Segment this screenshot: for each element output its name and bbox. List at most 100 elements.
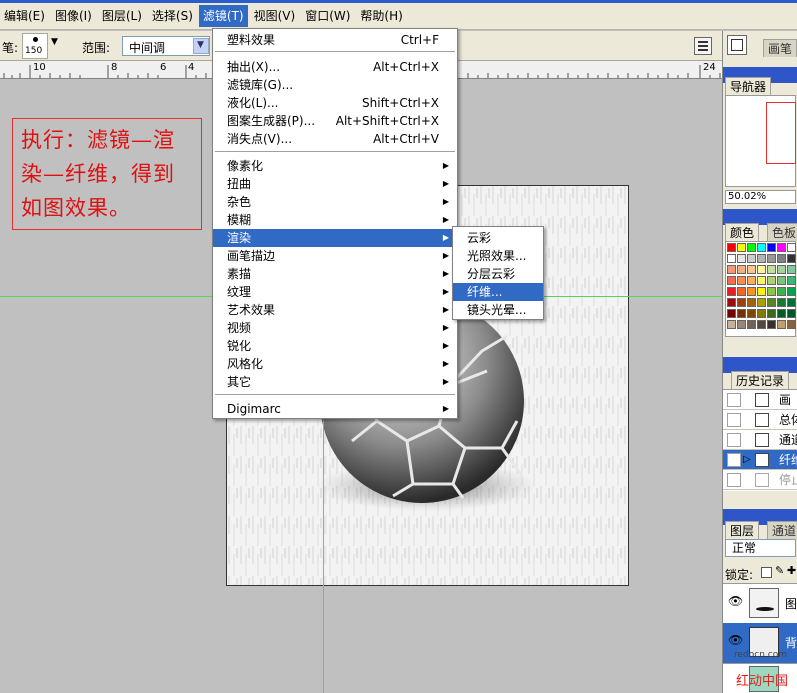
submenu-arrow-icon: ▶: [442, 233, 449, 242]
submenu-item-fibers[interactable]: 纤维...: [453, 283, 543, 301]
layer-row[interactable]: 👁 图: [723, 583, 797, 623]
lock-paint-icon[interactable]: ✎: [775, 564, 784, 577]
navigator-thumbnail[interactable]: [725, 95, 796, 187]
note-line: 执行：滤镜—渲: [21, 128, 175, 152]
history-state-icon: [755, 453, 769, 467]
submenu-arrow-icon: ▶: [442, 287, 449, 296]
history-brush-source-checkbox[interactable]: [727, 413, 741, 427]
submenu-arrow-icon: ▶: [442, 251, 449, 260]
menu-bar: 编辑(E) 图像(I) 图层(L) 选择(S) 滤镜(T) 视图(V) 窗口(W…: [0, 3, 797, 30]
menu-filter[interactable]: 滤镜(T): [198, 5, 248, 27]
navigator-view-box[interactable]: [766, 102, 796, 164]
history-brush-source-checkbox[interactable]: [727, 433, 741, 447]
eye-icon[interactable]: 👁: [728, 594, 743, 608]
tool-preset-icon[interactable]: [727, 35, 747, 55]
lock-transparency-icon[interactable]: [761, 567, 772, 578]
menu-item-blur[interactable]: 模糊 ▶: [213, 211, 457, 229]
menu-item-extract[interactable]: 抽出(X)... Alt+Ctrl+X: [213, 58, 457, 76]
menu-item-artistic[interactable]: 艺术效果 ▶: [213, 301, 457, 319]
layer-name: 背: [785, 636, 797, 650]
submenu-arrow-icon: ▶: [442, 341, 449, 350]
render-submenu: 云彩 光照效果... 分层云彩 纤维... 镜头光晕...: [452, 226, 544, 320]
palette-well-icon[interactable]: [694, 37, 712, 55]
menu-item-noise[interactable]: 杂色 ▶: [213, 193, 457, 211]
submenu-arrow-icon: ▶: [442, 359, 449, 368]
submenu-arrow-icon: ▶: [442, 305, 449, 314]
tab-navigator[interactable]: 导航器: [725, 77, 772, 95]
menu-edit[interactable]: 编辑(E): [0, 5, 49, 27]
filter-menu: 塑料效果 Ctrl+F 抽出(X)... Alt+Ctrl+X 滤镜库(G)... …: [212, 28, 458, 419]
menu-image[interactable]: 图像(I): [51, 5, 96, 27]
menu-item-digimarc[interactable]: Digimarc ▶: [213, 400, 457, 418]
instruction-note: 执行：滤镜—渲 染—纤维，得到 如图效果。: [12, 118, 202, 230]
eye-icon[interactable]: 👁: [728, 633, 743, 647]
ruler-tick-label: 4: [188, 62, 195, 73]
menu-item-sketch[interactable]: 素描 ▶: [213, 265, 457, 283]
navigator-zoom-field[interactable]: 50.02%: [725, 190, 796, 204]
lock-move-icon[interactable]: ✚: [787, 564, 796, 577]
menu-item-vanishing-point[interactable]: 消失点(V)... Alt+Ctrl+V: [213, 130, 457, 148]
menu-item-stylize[interactable]: 风格化 ▶: [213, 355, 457, 373]
menu-item-pixelate[interactable]: 像素化 ▶: [213, 157, 457, 175]
blend-mode-select[interactable]: 正常: [725, 539, 796, 557]
brush-preset-picker[interactable]: 150: [22, 33, 48, 59]
swatch-grid[interactable]: [725, 241, 796, 337]
tab-brushes[interactable]: 画笔: [763, 39, 797, 57]
range-label: 范围:: [82, 41, 111, 55]
menu-window[interactable]: 窗口(W): [301, 5, 354, 27]
history-item[interactable]: 停止: [723, 470, 797, 490]
submenu-arrow-icon: ▶: [442, 323, 449, 332]
menu-item-sharpen[interactable]: 锐化 ▶: [213, 337, 457, 355]
history-brush-source-checkbox[interactable]: [727, 473, 741, 487]
range-select[interactable]: 中间调 ▼: [122, 36, 210, 56]
submenu-item-lens-flare[interactable]: 镜头光晕...: [453, 301, 543, 319]
menu-item-filter-gallery[interactable]: 滤镜库(G)...: [213, 76, 457, 94]
note-line: 如图效果。: [21, 196, 131, 220]
site-watermark: redocn.com 红动中国: [732, 650, 794, 690]
history-state-icon: [755, 473, 769, 487]
submenu-arrow-icon: ▶: [442, 215, 449, 224]
tab-swatches[interactable]: 色板: [767, 223, 797, 241]
ruler-tick-label: 10: [33, 62, 46, 73]
layer-thumbnail: [749, 588, 779, 618]
submenu-arrow-icon: ▶: [442, 269, 449, 278]
submenu-item-lighting-effects[interactable]: 光照效果...: [453, 247, 543, 265]
chevron-down-icon[interactable]: ▼: [51, 37, 58, 47]
menu-layer[interactable]: 图层(L): [98, 5, 146, 27]
brush-tip-icon: [33, 37, 38, 42]
tab-channels[interactable]: 通道: [767, 521, 797, 539]
menu-separator: [215, 51, 455, 52]
menu-item-texture[interactable]: 纹理 ▶: [213, 283, 457, 301]
range-dropdown-button[interactable]: ▼: [193, 38, 209, 54]
watermark-url: redocn.com: [734, 650, 787, 660]
history-marker-icon: ▷: [743, 454, 751, 465]
brush-label: 笔:: [2, 41, 19, 55]
history-brush-source-checkbox[interactable]: [727, 453, 741, 467]
history-item[interactable]: 总体: [723, 410, 797, 430]
menu-item-distort[interactable]: 扭曲 ▶: [213, 175, 457, 193]
history-state-icon: [755, 433, 769, 447]
history-item[interactable]: 画: [723, 390, 797, 410]
menu-item-render[interactable]: 渲染 ▶: [213, 229, 457, 247]
history-brush-source-checkbox[interactable]: [727, 393, 741, 407]
menu-item-video[interactable]: 视频 ▶: [213, 319, 457, 337]
menu-view[interactable]: 视图(V): [250, 5, 300, 27]
menu-item-liquify[interactable]: 液化(L)... Shift+Ctrl+X: [213, 94, 457, 112]
history-state-icon: [755, 413, 769, 427]
vertical-guide[interactable]: [323, 420, 324, 693]
tab-layers[interactable]: 图层: [725, 521, 760, 539]
history-item[interactable]: 通道: [723, 430, 797, 450]
tab-color[interactable]: 颜色: [725, 223, 760, 241]
submenu-item-clouds[interactable]: 云彩: [453, 229, 543, 247]
submenu-item-difference-clouds[interactable]: 分层云彩: [453, 265, 543, 283]
tab-history[interactable]: 历史记录: [731, 371, 790, 389]
menu-item-brush-strokes[interactable]: 画笔描边 ▶: [213, 247, 457, 265]
menu-help[interactable]: 帮助(H): [356, 5, 406, 27]
history-item-current[interactable]: ▷纤维: [723, 450, 797, 470]
range-value: 中间调: [129, 41, 166, 55]
ruler-tick-label: 6: [160, 62, 167, 73]
menu-select[interactable]: 选择(S): [148, 5, 197, 27]
menu-item-last-filter[interactable]: 塑料效果 Ctrl+F: [213, 31, 457, 49]
menu-item-other[interactable]: 其它 ▶: [213, 373, 457, 391]
menu-item-pattern-maker[interactable]: 图案生成器(P)... Alt+Shift+Ctrl+X: [213, 112, 457, 130]
